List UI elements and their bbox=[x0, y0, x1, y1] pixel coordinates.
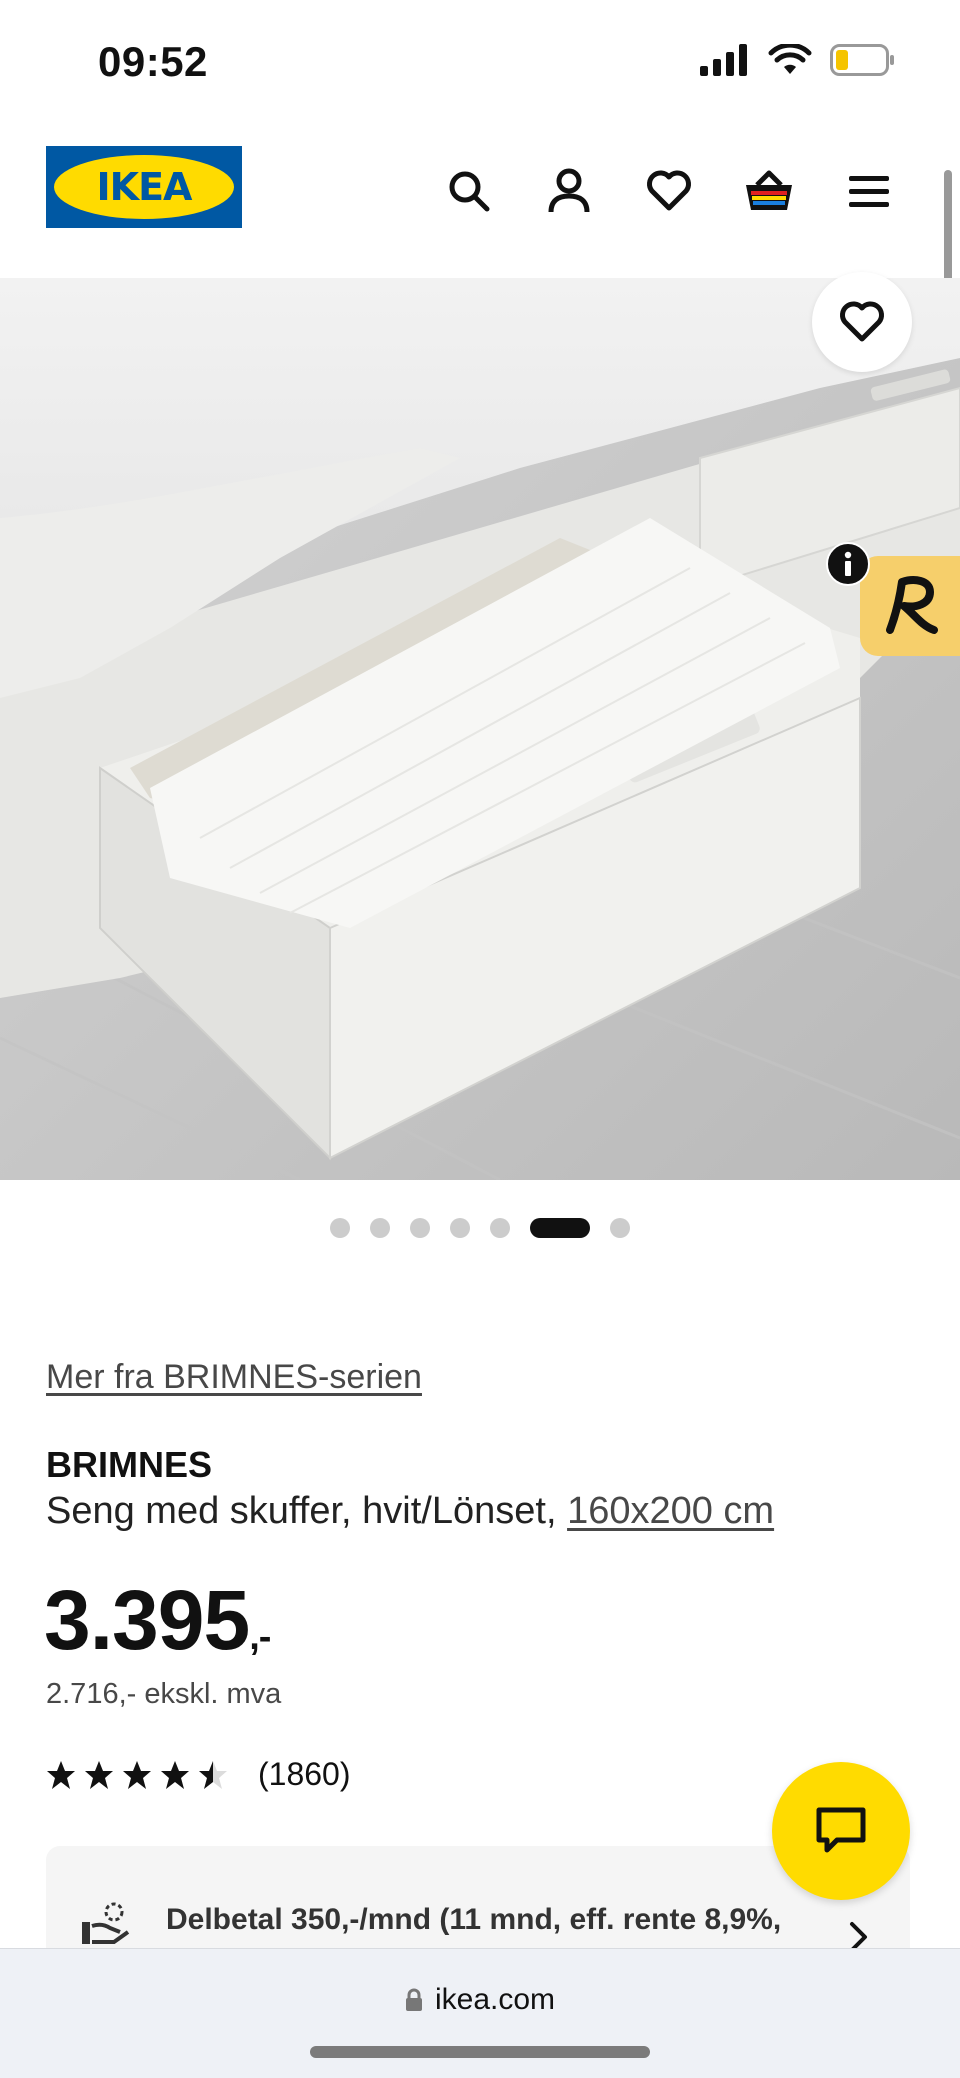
heart-icon bbox=[647, 170, 691, 211]
heart-icon bbox=[840, 301, 884, 342]
carousel-dot[interactable] bbox=[370, 1218, 390, 1238]
add-to-favourites-button[interactable] bbox=[812, 272, 912, 372]
logo-text: IKEA bbox=[96, 165, 193, 209]
menu-button[interactable] bbox=[838, 160, 900, 222]
r-logo-icon bbox=[886, 576, 938, 634]
star-icon bbox=[161, 1760, 189, 1789]
site-header: IKEA bbox=[0, 130, 960, 270]
battery-icon bbox=[830, 44, 894, 76]
favourites-button[interactable] bbox=[638, 160, 700, 222]
status-bar: 09:52 bbox=[0, 0, 960, 120]
url-display[interactable]: ikea.com bbox=[0, 1983, 960, 2017]
carousel-dot[interactable] bbox=[610, 1218, 630, 1238]
rating-count: (1860) bbox=[258, 1756, 351, 1792]
home-indicator[interactable] bbox=[310, 2046, 650, 2058]
ikea-logo[interactable]: IKEA bbox=[46, 146, 242, 228]
size-link[interactable]: 160x200 cm bbox=[567, 1490, 774, 1532]
basket-icon bbox=[746, 170, 792, 210]
chat-bubble-icon bbox=[816, 1807, 866, 1853]
signal-icon bbox=[700, 44, 747, 76]
bed-drawer-photo bbox=[0, 278, 960, 1180]
account-button[interactable] bbox=[538, 160, 600, 222]
star-icon bbox=[199, 1760, 227, 1789]
browser-address-bar[interactable]: ikea.com bbox=[0, 1948, 960, 2078]
carousel-dot[interactable] bbox=[450, 1218, 470, 1238]
star-icon bbox=[47, 1760, 75, 1789]
r-extension-badge[interactable] bbox=[860, 556, 960, 656]
price-value: 3.395 bbox=[44, 1573, 250, 1667]
basket-button[interactable] bbox=[738, 160, 800, 222]
logo-oval: IKEA bbox=[54, 155, 234, 219]
rating-stars bbox=[46, 1760, 228, 1790]
product-rating[interactable]: (1860) bbox=[46, 1756, 351, 1793]
status-icons bbox=[700, 44, 896, 76]
url-text: ikea.com bbox=[434, 1983, 556, 2016]
search-button[interactable] bbox=[438, 160, 500, 222]
star-icon bbox=[123, 1760, 151, 1789]
carousel-dot[interactable] bbox=[410, 1218, 430, 1238]
search-icon bbox=[449, 171, 490, 212]
info-icon[interactable] bbox=[826, 542, 870, 586]
header-actions bbox=[438, 160, 900, 222]
product-description-text: Seng med skuffer, hvit/Lönset, bbox=[46, 1490, 568, 1532]
carousel-dot[interactable] bbox=[530, 1218, 590, 1238]
carousel-dot[interactable] bbox=[330, 1218, 350, 1238]
price-suffix: ,- bbox=[249, 1616, 271, 1658]
info-glyph-icon bbox=[844, 551, 852, 576]
image-carousel-indicator bbox=[0, 1218, 960, 1238]
product-description: Seng med skuffer, hvit/Lönset, 160x200 c… bbox=[46, 1490, 774, 1533]
product-name: BRIMNES bbox=[46, 1444, 213, 1485]
payment-hand-icon bbox=[82, 1902, 130, 1944]
lock-icon bbox=[405, 1988, 422, 2011]
wifi-icon bbox=[768, 44, 812, 74]
hamburger-menu-icon bbox=[849, 176, 889, 207]
star-icon bbox=[85, 1760, 113, 1789]
price-excluding-vat: 2.716,- ekskl. mva bbox=[46, 1678, 282, 1710]
product-image[interactable] bbox=[0, 278, 960, 1180]
status-time: 09:52 bbox=[98, 38, 208, 85]
product-page: 09:52 IKEA Mer fra BRIMNES-serien BRIMNE… bbox=[0, 0, 960, 2078]
account-icon bbox=[548, 168, 590, 213]
series-link[interactable]: Mer fra BRIMNES-serien bbox=[46, 1358, 422, 1397]
carousel-dot[interactable] bbox=[490, 1218, 510, 1238]
product-price: 3.395,- bbox=[44, 1572, 271, 1669]
chat-button[interactable] bbox=[772, 1762, 910, 1900]
